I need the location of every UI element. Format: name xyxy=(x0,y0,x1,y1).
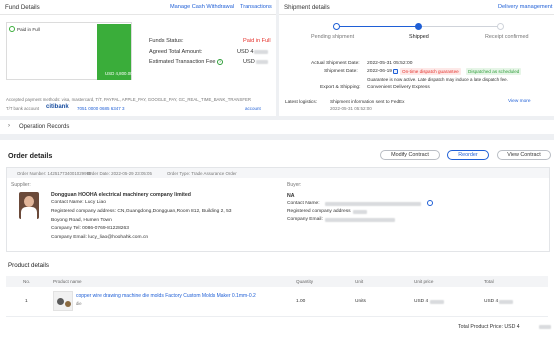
step-dot-pending-shipment xyxy=(333,23,340,30)
buyer-address-redacted xyxy=(353,210,367,214)
on-time-dispatch-tag: On-time dispatch guarantee xyxy=(400,68,461,75)
shipment-date-value: 2022-06-19 xyxy=(367,69,393,74)
total-product-price-redacted xyxy=(539,325,551,329)
modify-contract-button[interactable]: Modify Contract xyxy=(380,150,440,160)
total-product-price: Total Product Price: USD 4 xyxy=(458,324,520,330)
column-header-total: Total xyxy=(484,279,494,284)
paid-in-full-badge: Paid in Full xyxy=(17,27,40,32)
bank-account-number[interactable]: 7051 0000 0685 6347 3 xyxy=(77,106,125,111)
step-label-shipped: Shipped xyxy=(409,34,429,40)
fee-info-icon[interactable]: ? xyxy=(217,59,223,65)
product-name-link[interactable]: copper wire drawing machine die molds Fa… xyxy=(76,293,256,299)
shipment-details-title: Shipment details xyxy=(284,4,330,11)
step-dot-receipt-confirmed xyxy=(497,23,504,30)
dispatched-as-scheduled-tag: Dispatched as scheduled xyxy=(466,68,522,75)
product-thumbnail[interactable] xyxy=(53,291,73,311)
order-number: Order Number: 142517734001029990 xyxy=(17,171,92,176)
row-unit: Units xyxy=(355,299,366,304)
row-number: 1 xyxy=(25,299,28,304)
row-unit-price: USD 4 xyxy=(414,299,429,304)
reorder-button[interactable]: Reorder xyxy=(447,150,489,160)
latest-logistics-label: Latest logistics: xyxy=(285,99,318,104)
funds-status-label: Funds Status: xyxy=(149,38,184,44)
buyer-email-label: Company Email: xyxy=(287,217,323,222)
guarantee-note: Guarantee is now active. Late dispatch m… xyxy=(367,77,508,82)
estimated-fee-redacted xyxy=(256,60,268,64)
supplier-address-line-1: Registered company address: CN,Guangdong… xyxy=(51,209,232,214)
buyer-contact-label: Contact Name: xyxy=(287,201,320,206)
row-quantity: 1.00 xyxy=(296,299,306,304)
fund-details-panel: Fund Details Manage Cash Withdrawal Tran… xyxy=(0,0,276,116)
column-header-no: No. xyxy=(23,279,31,284)
actual-shipment-date-label: Actual Shipment Date: xyxy=(311,61,360,66)
citibank-logo: citibank xyxy=(46,104,69,110)
product-sub-label: die xyxy=(76,301,82,306)
column-header-product-name: Product name xyxy=(53,279,82,284)
supplier-label: Supplier: xyxy=(11,182,31,188)
product-details-title: Product details xyxy=(8,262,49,269)
buyer-email-redacted xyxy=(325,218,395,222)
order-date: Order Date: 2022-05-29 23:05:05 xyxy=(87,171,152,176)
supplier-company-name: Dongguan HOOHA electrical machinery comp… xyxy=(51,192,191,198)
export-shipping-value: Convenient Delivery Express xyxy=(367,85,430,90)
step-label-receipt-confirmed: Receipt confirmed xyxy=(485,34,529,40)
buyer-label: Buyer: xyxy=(287,182,302,188)
supplier-contact-name: Contact Name: Lucy Liao xyxy=(51,200,106,205)
buyer-edit-icon[interactable] xyxy=(427,200,433,206)
calendar-icon[interactable] xyxy=(393,69,398,74)
actual-shipment-date-value: 2022-05-31 05:52:00 xyxy=(367,61,413,66)
step-line-done xyxy=(336,26,418,27)
order-type: Order Type: Trade Assurance Order xyxy=(167,171,237,176)
order-details-title: Order details xyxy=(8,151,53,160)
buyer-address-label: Registered company address xyxy=(287,209,351,214)
column-header-quantity: Quantity xyxy=(296,279,314,284)
agreed-total-label: Agreed Total Amount: xyxy=(149,49,203,55)
agreed-total-value: USD 4 xyxy=(237,49,254,55)
view-contract-button[interactable]: View Contract xyxy=(497,150,551,160)
operation-records-bar[interactable]: › Operation Records xyxy=(0,120,554,134)
agreed-total-redacted xyxy=(254,50,268,54)
unit-price-redacted xyxy=(430,300,444,304)
supplier-tel: Company Tel: 0086-0769-81228263 xyxy=(51,226,129,231)
supplier-avatar xyxy=(19,192,39,219)
paid-check-icon xyxy=(9,26,15,32)
estimated-fee-label: Estimated Transaction Fee xyxy=(149,59,216,65)
total-redacted xyxy=(499,300,513,304)
product-table-header: No. Product name Quantity Unit Unit pric… xyxy=(6,276,548,287)
payment-progress-box: Paid in Full USD 4,800.00 xyxy=(6,22,133,80)
fund-details-header: Fund Details Manage Cash Withdrawal Tran… xyxy=(0,0,276,15)
bank-account-label: T/T bank account xyxy=(6,106,40,111)
operation-records-title: Operation Records xyxy=(19,124,70,130)
row-total: USD 4 xyxy=(484,299,499,304)
chevron-right-icon: › xyxy=(8,123,10,129)
supplier-email: Company Email: lucy_liao@hoohahk.com.cn xyxy=(51,235,149,240)
logistics-update-text: Shipment information sent to FedEx xyxy=(330,99,405,104)
funds-status-value: Paid in Full xyxy=(243,38,271,44)
view-more-link[interactable]: View more xyxy=(508,99,531,104)
transactions-link[interactable]: Transactions xyxy=(240,4,272,10)
step-dot-shipped xyxy=(415,23,422,30)
order-info-box: Order Number: 142517734001029990 Order D… xyxy=(6,167,550,252)
shipment-date-label: Shipment Date: xyxy=(324,69,358,74)
column-header-unit: Unit xyxy=(355,279,364,284)
manage-cash-withdrawal-link[interactable]: Manage Cash Withdrawal xyxy=(170,4,234,10)
paid-amount-bar: USD 4,800.00 xyxy=(97,24,133,80)
supplier-address-line-2: Boyong Road, Humen Town xyxy=(51,218,112,223)
fund-details-title: Fund Details xyxy=(5,4,40,11)
shipment-details-panel: Shipment details Delivery management Pen… xyxy=(279,0,554,116)
estimated-fee-value: USD xyxy=(243,59,255,65)
payment-methods-text: Accepted payment methods: visa, masterca… xyxy=(6,97,251,102)
step-line-pending xyxy=(418,26,500,27)
step-label-pending-shipment: Pending shipment xyxy=(311,34,355,40)
paid-amount-label: USD 4,800.00 xyxy=(105,71,133,76)
delivery-management-link[interactable]: Delivery management xyxy=(498,4,552,10)
logistics-update-date: 2022-05-31 05:52:00 xyxy=(330,106,372,111)
account-link[interactable]: account xyxy=(245,106,261,111)
export-shipping-label: Export & Shipping: xyxy=(320,85,361,90)
table-row: 1 copper wire drawing machine die molds … xyxy=(6,287,548,317)
column-header-unit-price: Unit price xyxy=(414,279,434,284)
shipment-details-header: Shipment details Delivery management xyxy=(279,0,554,15)
buyer-name: NA xyxy=(287,193,295,199)
buyer-contact-redacted xyxy=(325,202,421,206)
